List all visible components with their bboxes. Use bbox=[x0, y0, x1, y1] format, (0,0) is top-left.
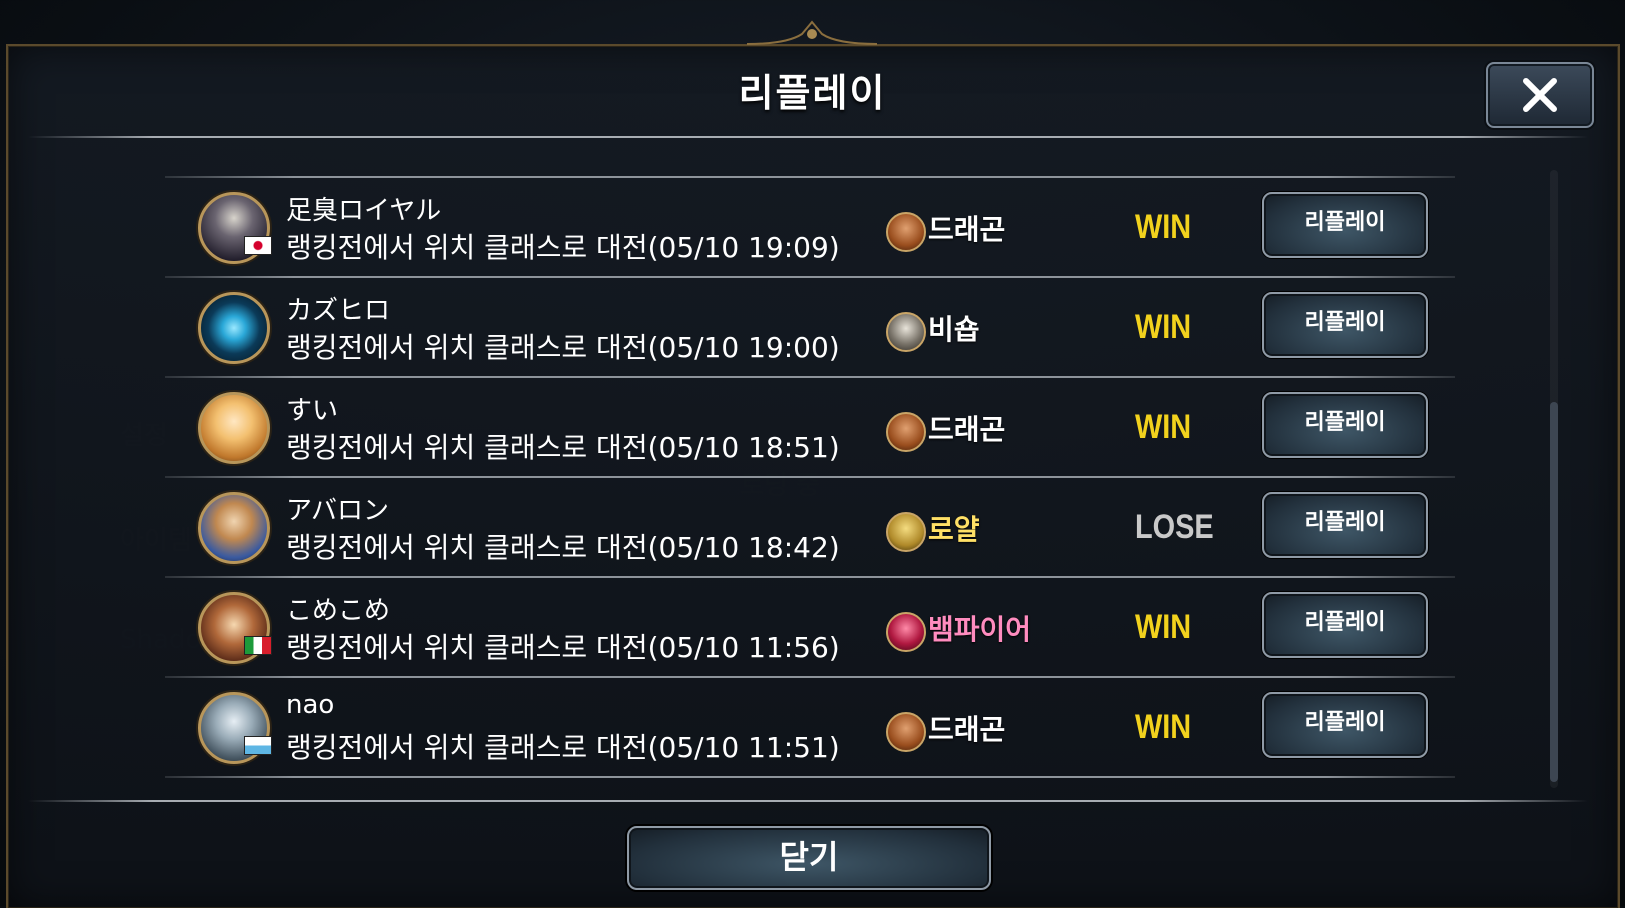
replay-button[interactable]: 리플레이 bbox=[1262, 392, 1428, 458]
japan-flag-icon bbox=[244, 236, 272, 255]
match-description: 랭킹전에서 위치 클래스로 대전(05/10 18:51) bbox=[286, 431, 840, 464]
scrollbar[interactable] bbox=[1550, 170, 1558, 788]
match-description: 랭킹전에서 위치 클래스로 대전(05/10 19:00) bbox=[286, 331, 840, 364]
vampire-icon bbox=[886, 612, 926, 652]
replay-button[interactable]: 리플레이 bbox=[1262, 492, 1428, 558]
result-label: WIN bbox=[1135, 608, 1192, 646]
opponent-name: カズヒロ bbox=[286, 296, 391, 326]
footer-divider bbox=[28, 800, 1588, 802]
italy-flag-icon bbox=[244, 636, 272, 655]
result-label: WIN bbox=[1135, 408, 1192, 446]
opponent-name: 足臭ロイヤル bbox=[286, 196, 442, 226]
avatar bbox=[198, 492, 270, 564]
close-button[interactable]: 닫기 bbox=[627, 826, 991, 890]
list-item: すい 랭킹전에서 위치 클래스로 대전(05/10 18:51) 드래곤 WIN… bbox=[160, 378, 1460, 476]
match-description: 랭킹전에서 위치 클래스로 대전(05/10 18:42) bbox=[286, 531, 840, 564]
bishop-icon bbox=[886, 312, 926, 352]
list-item: アバロン 랭킹전에서 위치 클래스로 대전(05/10 18:42) 로얄 LO… bbox=[160, 478, 1460, 576]
result-label: WIN bbox=[1135, 208, 1192, 246]
result-label: WIN bbox=[1135, 308, 1192, 346]
result-label: LOSE bbox=[1135, 508, 1214, 546]
replay-button[interactable]: 리플레이 bbox=[1262, 692, 1428, 758]
opponent-name: こめこめ bbox=[286, 596, 391, 626]
close-icon bbox=[1523, 78, 1557, 112]
class-label: 비숍 bbox=[928, 313, 980, 346]
dragon-icon bbox=[886, 412, 926, 452]
avatar bbox=[198, 392, 270, 464]
replay-button[interactable]: 리플레이 bbox=[1262, 592, 1428, 658]
match-description: 랭킹전에서 위치 클래스로 대전(05/10 19:09) bbox=[286, 231, 840, 264]
dialog-title: 리플레이 bbox=[738, 71, 887, 115]
class-label: 드래곤 bbox=[928, 213, 1006, 246]
list-item: 足臭ロイヤル 랭킹전에서 위치 클래스로 대전(05/10 19:09) 드래곤… bbox=[160, 178, 1460, 276]
dragon-icon bbox=[886, 712, 926, 752]
replay-button[interactable]: 리플레이 bbox=[1262, 192, 1428, 258]
list-item: nao 랭킹전에서 위치 클래스로 대전(05/10 11:51) 드래곤 WI… bbox=[160, 678, 1460, 776]
dragon-icon bbox=[886, 212, 926, 252]
class-label: 로얄 bbox=[928, 513, 980, 546]
class-label: 드래곤 bbox=[928, 413, 1006, 446]
top-ornament-icon bbox=[747, 20, 877, 45]
scrollbar-thumb[interactable] bbox=[1550, 402, 1558, 782]
header-divider bbox=[28, 136, 1588, 138]
match-description: 랭킹전에서 위치 클래스로 대전(05/10 11:56) bbox=[286, 631, 840, 664]
opponent-name: nao bbox=[286, 690, 335, 720]
opponent-name: アバロン bbox=[286, 496, 389, 526]
san-marino-flag-icon bbox=[244, 736, 272, 755]
replay-button[interactable]: 리플레이 bbox=[1262, 292, 1428, 358]
list-item: カズヒロ 랭킹전에서 위치 클래스로 대전(05/10 19:00) 비숍 WI… bbox=[160, 278, 1460, 376]
result-label: WIN bbox=[1135, 708, 1192, 746]
list-item: こめこめ 랭킹전에서 위치 클래스로 대전(05/10 11:56) 뱀파이어 … bbox=[160, 578, 1460, 676]
class-label: 드래곤 bbox=[928, 713, 1006, 746]
opponent-name: すい bbox=[286, 396, 339, 426]
avatar bbox=[198, 292, 270, 364]
match-description: 랭킹전에서 위치 클래스로 대전(05/10 11:51) bbox=[286, 731, 840, 764]
close-x-button[interactable] bbox=[1486, 62, 1594, 128]
row-divider bbox=[165, 776, 1455, 778]
class-label: 뱀파이어 bbox=[928, 613, 1032, 646]
royal-icon bbox=[886, 512, 926, 552]
